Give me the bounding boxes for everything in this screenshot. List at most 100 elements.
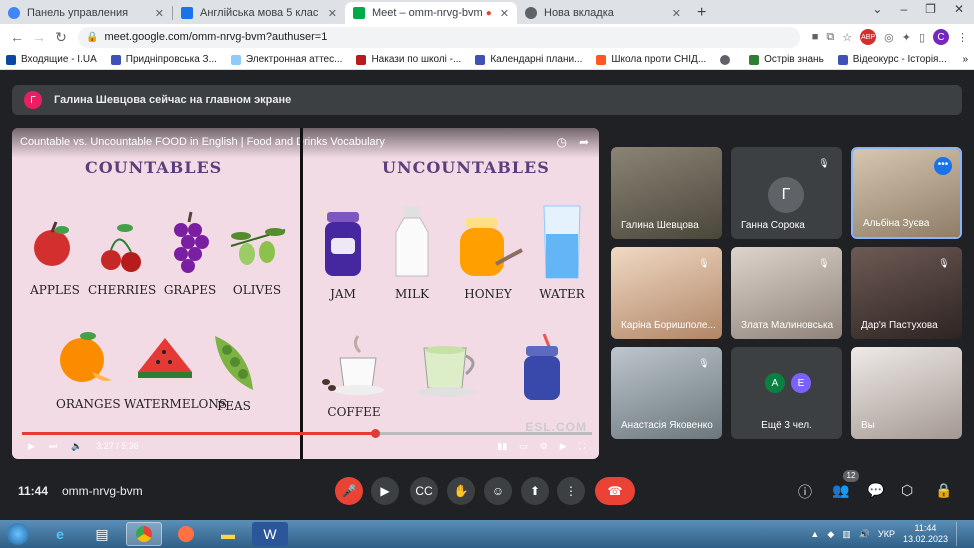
tray-app-icon[interactable]: ◆ — [827, 529, 834, 540]
watch-later-icon[interactable]: ◷ — [556, 135, 566, 149]
mic-off-icon: 🎙 — [698, 358, 710, 368]
bookmark-item[interactable]: Входящие - I.UA — [6, 54, 97, 65]
participant-tile[interactable]: 🎙 Злата Малиновська — [731, 247, 842, 339]
lock-icon[interactable]: 🔒 — [86, 32, 98, 43]
adblock-icon[interactable]: ABP — [860, 29, 877, 45]
menu-icon[interactable]: ⋮ — [957, 31, 968, 44]
play-icon[interactable]: ▶ — [28, 441, 35, 452]
youtube-icon[interactable]: ▶ — [560, 441, 567, 452]
reload-icon[interactable]: ↻ — [50, 29, 72, 46]
bookmark-item[interactable] — [720, 54, 735, 65]
subtitles-icon[interactable]: ▭ — [519, 441, 528, 452]
more-options-icon[interactable]: ••• — [934, 157, 952, 175]
participant-name: Ганна Сорока — [741, 220, 805, 231]
participant-tile[interactable]: 🎙 Дар'я Пастухова — [851, 247, 962, 339]
host-controls-icon[interactable]: 🔒 — [935, 482, 952, 499]
start-button[interactable] — [0, 520, 36, 548]
volume-icon[interactable]: 🔈 — [71, 441, 82, 452]
new-tab-button[interactable]: + — [689, 4, 714, 22]
bookmark-item[interactable]: Острів знань — [749, 54, 824, 65]
volume-tray-icon[interactable]: 🔊 — [859, 529, 870, 540]
fullscreen-icon[interactable]: ⛶ — [579, 441, 585, 452]
bookmark-star-icon[interactable]: ☆ — [842, 31, 852, 44]
next-icon[interactable]: ⏭ — [49, 441, 57, 452]
maximize-button[interactable]: ❐ — [925, 2, 936, 16]
participant-tile-self[interactable]: Вы — [851, 347, 962, 439]
reading-list-icon[interactable]: ▯ — [919, 31, 925, 44]
taskbar-word[interactable]: W — [252, 522, 288, 546]
video-title[interactable]: Countable vs. Uncountable FOOD in Englis… — [20, 136, 385, 148]
leave-call-button[interactable]: ☎ — [595, 477, 635, 505]
people-icon[interactable]: 👥 — [832, 482, 849, 499]
bookmark-item[interactable]: Школа проти СНІД... — [596, 54, 706, 65]
settings-icon[interactable]: ⚙ — [540, 441, 548, 452]
language-indicator[interactable]: УКР — [878, 529, 895, 539]
taskbar-folder[interactable]: ▬ — [210, 522, 246, 546]
water-glass-icon — [543, 205, 581, 279]
open-in-icon[interactable]: ⧉ — [826, 31, 834, 44]
tab-meet[interactable]: Meet – omm-nrvg-bvm ● ✕ — [345, 2, 517, 24]
back-icon[interactable]: ← — [6, 29, 28, 45]
camera-icon[interactable]: ■ — [812, 31, 819, 43]
globe-extension-icon[interactable]: ◎ — [884, 31, 894, 44]
main-stage-video[interactable]: Countable vs. Uncountable FOOD in Englis… — [12, 128, 599, 459]
food-apples: APPLES — [28, 216, 82, 297]
camera-button[interactable]: ▶ — [371, 477, 399, 505]
apple-icon — [34, 221, 70, 266]
bookmark-item[interactable]: Электронная аттес... — [230, 54, 342, 65]
network-icon[interactable]: ▥ — [842, 529, 851, 540]
info-icon[interactable]: ⓘ — [798, 482, 812, 502]
tab-english-class[interactable]: Англійська мова 5 клас ✕ — [173, 2, 345, 24]
participant-tile[interactable]: 🎙 Анастасія Яковенко — [611, 347, 722, 439]
bookmark-item[interactable]: Придніпровська З... — [110, 54, 217, 65]
bookmarks-more-button[interactable]: » — [962, 54, 968, 65]
mic-off-button[interactable]: 🎤 — [335, 477, 363, 505]
close-tab-icon[interactable]: ✕ — [155, 7, 164, 20]
participant-tile[interactable]: 🎙 Каріна Боришполе... — [611, 247, 722, 339]
participant-tile[interactable]: Галина Шевцова — [611, 147, 722, 239]
chat-icon[interactable]: 💬 — [867, 482, 884, 499]
presenter-banner-text: Галина Шевцова сейчас на главном экране — [54, 94, 292, 106]
meeting-code: omm-nrvg-bvm — [62, 484, 143, 498]
participant-tile-more[interactable]: А Е Ещё 3 чел. — [731, 347, 842, 439]
close-window-button[interactable]: ✕ — [954, 2, 964, 16]
browser-tab-strip: Панель управления ✕ Англійська мова 5 кла… — [0, 0, 974, 24]
show-desktop-button[interactable] — [956, 522, 966, 546]
taskbar-chrome[interactable] — [126, 522, 162, 546]
profile-avatar[interactable]: C — [933, 29, 949, 45]
close-tab-icon[interactable]: ✕ — [672, 7, 681, 20]
participant-tile[interactable]: ••• Альбіна Зуєва — [851, 147, 962, 239]
tab-admin-panel[interactable]: Панель управления ✕ — [0, 2, 172, 24]
forward-icon[interactable]: → — [28, 29, 50, 45]
tab-new-tab[interactable]: Нова вкладка ✕ — [517, 2, 689, 24]
present-button[interactable]: ⬆ — [521, 477, 549, 505]
share-icon[interactable]: ➦ — [579, 135, 589, 149]
close-tab-icon[interactable]: ✕ — [500, 7, 509, 20]
tab-search-icon[interactable]: ⌄ — [872, 2, 882, 16]
more-options-button[interactable]: ⋮ — [557, 477, 585, 505]
bookmark-item[interactable]: Календарні плани... — [475, 54, 582, 65]
raise-hand-button[interactable]: ✋ — [447, 477, 475, 505]
taskbar-explorer-window[interactable]: ▤ — [84, 522, 120, 546]
tray-arrow-icon[interactable]: ▲ — [810, 529, 819, 539]
url-bar[interactable]: 🔒 meet.google.com/omm-nrvg-bvm?authuser=… — [78, 26, 800, 48]
participant-name: Галина Шевцова — [621, 220, 699, 231]
participant-avatar: А — [765, 373, 785, 393]
taskbar-ie[interactable]: e — [42, 522, 78, 546]
bookmark-item[interactable]: Відеокурс - Історія... — [837, 54, 947, 65]
avast-icon — [178, 526, 194, 542]
taskbar-avast[interactable] — [168, 522, 204, 546]
participant-tile[interactable]: 🎙 Г Ганна Сорока — [731, 147, 842, 239]
activities-icon[interactable]: ⬡ — [901, 482, 913, 499]
puzzle-icon[interactable]: ✦ — [902, 31, 911, 44]
bookmark-icon — [110, 54, 121, 65]
system-clock[interactable]: 11:44 13.02.2023 — [903, 523, 948, 545]
minimize-button[interactable]: – — [900, 2, 907, 16]
captions-button[interactable]: CC — [410, 477, 438, 505]
reactions-button[interactable]: ☺ — [484, 477, 512, 505]
bookmark-item[interactable]: Накази по школі -... — [356, 54, 461, 65]
chrome-icon — [136, 526, 152, 542]
video-progress-bar[interactable] — [22, 429, 592, 438]
pause-bars-icon[interactable]: ▮▮ — [497, 441, 507, 452]
close-tab-icon[interactable]: ✕ — [328, 7, 337, 20]
